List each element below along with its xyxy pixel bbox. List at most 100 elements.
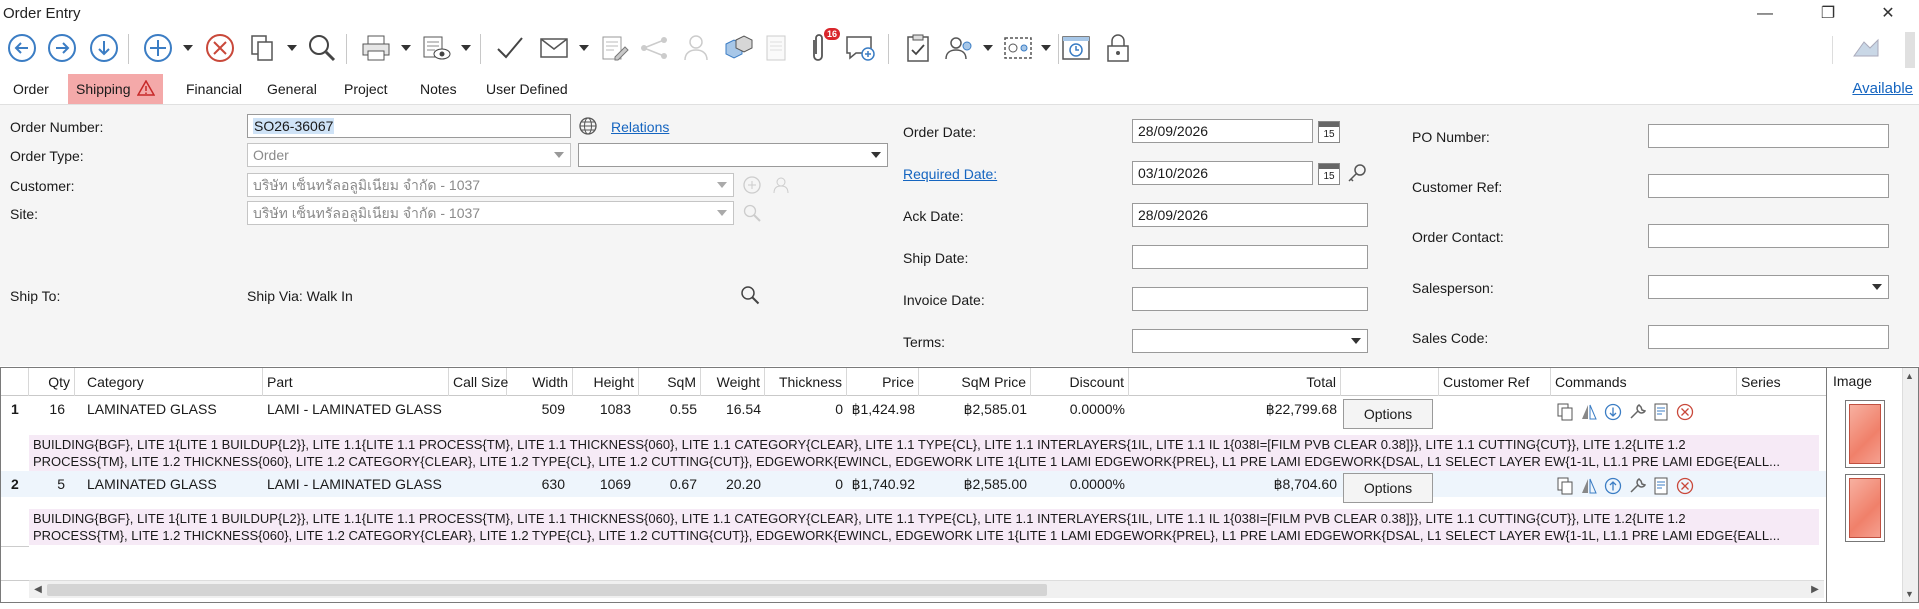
column-header-sqm[interactable]: SqM xyxy=(639,368,701,396)
column-header-qty[interactable]: Qty xyxy=(29,368,75,396)
calendar-icon[interactable]: 15 xyxy=(1318,163,1340,185)
scroll-up-icon[interactable]: ▲ xyxy=(1905,371,1914,381)
order-date-field[interactable]: 28/09/2026 xyxy=(1132,119,1313,143)
contacts-dropdown-arrow[interactable] xyxy=(982,42,994,54)
add-button[interactable] xyxy=(140,30,176,66)
required-date-field[interactable]: 03/10/2026 xyxy=(1132,161,1313,185)
site-select[interactable]: บริษัท เซ็นทรัลอลูมิเนียม จำกัด - 1037 xyxy=(247,201,734,225)
globe-icon[interactable] xyxy=(576,114,600,138)
relations-link[interactable]: Relations xyxy=(611,119,669,135)
email-button[interactable] xyxy=(536,30,572,66)
column-header-total[interactable]: Total xyxy=(1129,368,1341,396)
mirror-icon[interactable] xyxy=(1579,476,1599,496)
po-number-field[interactable] xyxy=(1648,124,1889,148)
print-button[interactable] xyxy=(358,30,394,66)
cell-width[interactable]: 509 xyxy=(507,396,569,422)
cell-weight[interactable]: 20.20 xyxy=(701,471,765,497)
copy-button[interactable] xyxy=(244,30,280,66)
column-header-width[interactable]: Width xyxy=(507,368,573,396)
user-button[interactable] xyxy=(678,30,714,66)
share-button[interactable] xyxy=(636,30,672,66)
vertical-scrollbar[interactable]: ▲ ▼ xyxy=(1902,368,1918,602)
scroll-right-icon[interactable]: ▶ xyxy=(1808,583,1822,597)
horizontal-scrollbar[interactable]: ◀ ▶ xyxy=(29,580,1824,598)
configure-dropdown-arrow[interactable] xyxy=(1040,42,1052,54)
site-search-icon[interactable] xyxy=(740,201,764,225)
available-link[interactable]: Available xyxy=(1852,80,1913,97)
checklist-button[interactable] xyxy=(900,30,936,66)
order-type-select[interactable]: Order xyxy=(247,143,571,167)
minimize-button[interactable]: — xyxy=(1745,3,1785,25)
tab-general[interactable]: General xyxy=(259,74,325,104)
ship-to-search-icon[interactable] xyxy=(738,283,762,307)
lock-button[interactable] xyxy=(1100,30,1136,66)
options-button[interactable]: Options xyxy=(1343,473,1433,503)
order-number-field[interactable]: SO26-36067 xyxy=(247,114,571,138)
column-header-part[interactable]: Part xyxy=(263,368,449,396)
ack-date-field[interactable]: 28/09/2026 xyxy=(1132,203,1368,227)
add-dropdown-arrow[interactable] xyxy=(182,42,194,54)
column-header-price[interactable]: Price xyxy=(847,368,919,396)
column-header-thickness[interactable]: Thickness xyxy=(765,368,847,396)
toolbar-grip[interactable] xyxy=(1905,32,1915,68)
cell-sqm[interactable]: 0.55 xyxy=(639,396,701,422)
column-header-category[interactable]: Category xyxy=(83,368,263,396)
column-header-weight[interactable]: Weight xyxy=(701,368,765,396)
column-header-height[interactable]: Height xyxy=(573,368,639,396)
comments-button[interactable] xyxy=(842,30,878,66)
column-header-series[interactable]: Series xyxy=(1737,368,1826,396)
attachments-button[interactable]: 16 xyxy=(800,28,840,66)
move-down-icon[interactable] xyxy=(1603,402,1623,422)
cell-part[interactable]: LAMI - LAMINATED GLASS xyxy=(263,471,449,497)
tab-financial[interactable]: Financial xyxy=(178,74,250,104)
row-description[interactable]: BUILDING{BGF}, LITE 1{LITE 1 BUILDUP{L2}… xyxy=(29,435,1819,471)
cell-height[interactable]: 1083 xyxy=(573,396,635,422)
cell-total[interactable]: ฿8,704.60 xyxy=(1129,471,1341,497)
search-button[interactable] xyxy=(304,30,340,66)
scroll-down-icon[interactable]: ▼ xyxy=(1905,589,1914,599)
document-button[interactable] xyxy=(758,30,794,66)
salesperson-select[interactable] xyxy=(1648,275,1889,299)
cell-total[interactable]: ฿22,799.68 xyxy=(1129,396,1341,422)
line-document-icon[interactable] xyxy=(1651,402,1671,422)
cell-discount[interactable]: 0.0000% xyxy=(1031,396,1129,422)
email-dropdown-arrow[interactable] xyxy=(578,42,590,54)
cell-qty[interactable]: 5 xyxy=(29,471,69,497)
tab-project[interactable]: Project xyxy=(336,74,396,104)
tab-user-defined[interactable]: User Defined xyxy=(478,74,576,104)
column-header-commands[interactable]: Commands xyxy=(1551,368,1737,396)
delete-line-icon[interactable] xyxy=(1675,476,1695,496)
cell-sqm-price[interactable]: ฿2,585.00 xyxy=(919,471,1031,497)
calendar-icon[interactable]: 15 xyxy=(1318,121,1340,143)
approve-button[interactable] xyxy=(492,30,528,66)
table-row[interactable]: 2 5 LAMINATED GLASS LAMI - LAMINATED GLA… xyxy=(1,471,1826,497)
cell-thickness[interactable]: 0 xyxy=(765,396,847,422)
download-button[interactable] xyxy=(86,30,122,66)
glass-thumbnail[interactable] xyxy=(1845,400,1885,468)
cell-category[interactable]: LAMINATED GLASS xyxy=(83,471,263,497)
user-profile-button[interactable] xyxy=(1848,30,1884,66)
wrench-icon[interactable] xyxy=(1627,476,1647,496)
mirror-icon[interactable] xyxy=(1579,402,1599,422)
line-document-icon[interactable] xyxy=(1651,476,1671,496)
edit-button[interactable] xyxy=(596,30,632,66)
print-dropdown-arrow[interactable] xyxy=(400,42,412,54)
cell-sqm[interactable]: 0.67 xyxy=(639,471,701,497)
order-type-sub-select[interactable] xyxy=(578,143,888,167)
invoice-date-field[interactable] xyxy=(1132,287,1368,311)
tab-shipping[interactable]: Shipping xyxy=(68,74,163,104)
cell-discount[interactable]: 0.0000% xyxy=(1031,471,1129,497)
back-button[interactable] xyxy=(4,30,40,66)
order-contact-field[interactable] xyxy=(1648,224,1889,248)
restore-button[interactable]: ❐ xyxy=(1808,3,1848,25)
column-header-customer-ref[interactable]: Customer Ref xyxy=(1439,368,1551,396)
contacts-button[interactable] xyxy=(942,30,978,66)
copy-line-icon[interactable] xyxy=(1555,402,1575,422)
preview-button[interactable] xyxy=(418,30,454,66)
cell-sqm-price[interactable]: ฿2,585.01 xyxy=(919,396,1031,422)
column-header-call-size[interactable]: Call Size xyxy=(449,368,508,396)
cell-width[interactable]: 630 xyxy=(507,471,569,497)
cell-price[interactable]: ฿1,424.98 xyxy=(847,396,919,422)
schedule-button[interactable] xyxy=(1058,30,1094,66)
cell-price[interactable]: ฿1,740.92 xyxy=(847,471,919,497)
